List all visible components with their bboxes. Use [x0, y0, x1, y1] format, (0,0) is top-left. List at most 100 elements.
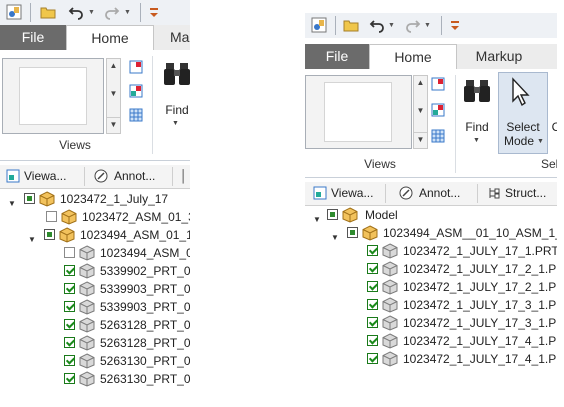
- part-icon: [79, 245, 95, 261]
- views-gallery[interactable]: [2, 58, 104, 134]
- tab-file[interactable]: File: [305, 44, 369, 69]
- redo-icon[interactable]: [405, 17, 421, 33]
- app-icon[interactable]: [6, 4, 22, 20]
- part-icon: [79, 317, 95, 333]
- tree-checkbox[interactable]: [367, 245, 378, 256]
- open-folder-icon[interactable]: [343, 17, 359, 33]
- view-grid-icon[interactable]: [431, 129, 445, 143]
- tree-row-label: 1023472_1_JULY_17_4_1.PRT: [403, 352, 557, 366]
- undo-icon[interactable]: [369, 17, 385, 33]
- part-icon: [79, 263, 95, 279]
- select-mode-dropdown-icon[interactable]: ▼: [537, 138, 544, 145]
- binoculars-icon[interactable]: [163, 60, 190, 88]
- redo-dropdown-icon[interactable]: ▼: [124, 9, 131, 16]
- tree-row-label: 1023472_1_JULY_17_1.PRT: [403, 244, 557, 258]
- tab-home[interactable]: Home: [369, 44, 457, 71]
- tab-structure-clipped[interactable]: │: [180, 169, 188, 183]
- views-gallery-scrollbar[interactable]: ▲ ▼ ▼: [413, 75, 428, 149]
- tree-row-label: Model: [365, 208, 398, 222]
- select-mode-button[interactable]: Select Mode ▼: [498, 72, 548, 154]
- find-dropdown-icon[interactable]: ▼: [473, 137, 480, 144]
- views-gallery-scrollbar[interactable]: ▲ ▼ ▼: [106, 58, 121, 134]
- tree-row-label: 5263128_PRT_03: [100, 336, 190, 350]
- part-icon: [79, 335, 95, 351]
- toolbar-separator: [441, 16, 442, 35]
- customize-icon[interactable]: [447, 17, 463, 33]
- tab-annotations-label: Annot...: [419, 186, 461, 200]
- gallery-expand-icon[interactable]: ▼: [414, 132, 427, 147]
- undo-icon[interactable]: [68, 4, 84, 20]
- tree-row-label: 1023472_1_JULY_17_2_1.PRT: [403, 280, 557, 294]
- tab-annotations[interactable]: Annot...: [397, 184, 478, 203]
- tree-checkbox[interactable]: [64, 301, 75, 312]
- collapse-icon[interactable]: ▼: [8, 195, 16, 213]
- tree-checkbox[interactable]: [64, 373, 75, 384]
- view-update-icon[interactable]: [129, 84, 143, 98]
- binoculars-icon[interactable]: [463, 77, 491, 105]
- scroll-up-icon[interactable]: ▲: [107, 59, 120, 73]
- assembly-icon: [362, 225, 378, 241]
- find-dropdown-icon[interactable]: ▼: [172, 120, 179, 127]
- tree-checkbox[interactable]: [367, 335, 378, 346]
- ribbon-tabs: File Home Markup: [305, 44, 557, 71]
- tab-viewables[interactable]: Viewa...: [311, 184, 386, 203]
- gallery-expand-icon[interactable]: ▼: [107, 117, 120, 132]
- views-group-label: Views: [59, 138, 91, 152]
- clipped-label: C: [551, 120, 557, 134]
- collapse-icon[interactable]: ▼: [313, 211, 321, 229]
- view-thumbnail[interactable]: [324, 82, 392, 142]
- view-update-icon[interactable]: [431, 103, 445, 117]
- tree-checkbox[interactable]: [64, 319, 75, 330]
- tree-checkbox[interactable]: [44, 229, 55, 240]
- customize-icon[interactable]: [146, 4, 162, 20]
- tab-annotations[interactable]: Annot...: [92, 167, 173, 186]
- tab-file[interactable]: File: [0, 25, 66, 50]
- tree-checkbox[interactable]: [24, 193, 35, 204]
- right-screenshot-panel: ▼ ▼ File Home Markup ▲ ▼ ▼ Views Find ▼ …: [305, 0, 557, 370]
- view-grid-icon[interactable]: [129, 108, 143, 122]
- part-icon: [382, 279, 398, 295]
- redo-icon[interactable]: [104, 4, 120, 20]
- tab-markup[interactable]: Ma: [156, 25, 190, 50]
- tree-row-label: 5263130_PRT_01: [100, 354, 190, 368]
- tree-checkbox[interactable]: [367, 299, 378, 310]
- redo-dropdown-icon[interactable]: ▼: [424, 22, 431, 29]
- tree-checkbox[interactable]: [367, 317, 378, 328]
- collapse-icon[interactable]: ▼: [28, 231, 36, 249]
- scroll-up-icon[interactable]: ▲: [414, 76, 427, 90]
- tab-viewables[interactable]: Viewa...: [4, 167, 85, 186]
- tree-checkbox[interactable]: [367, 353, 378, 364]
- tree-checkbox[interactable]: [327, 209, 338, 220]
- part-icon: [382, 333, 398, 349]
- app-icon[interactable]: [311, 17, 327, 33]
- cursor-arrow-icon: [512, 77, 530, 107]
- tree-checkbox[interactable]: [367, 281, 378, 292]
- tab-structure[interactable]: Struct...: [485, 184, 557, 203]
- tab-home[interactable]: Home: [66, 25, 154, 52]
- tab-markup[interactable]: Markup: [457, 44, 541, 69]
- tree-checkbox[interactable]: [367, 263, 378, 274]
- find-label[interactable]: Find: [462, 120, 492, 134]
- tree-row-label: 1023472_1_JULY_17_3_1.PRT: [403, 298, 557, 312]
- scroll-down-icon[interactable]: ▼: [414, 104, 427, 118]
- scroll-down-icon[interactable]: ▼: [107, 87, 120, 101]
- tree-tabs: Viewa... Annot... │: [0, 165, 190, 189]
- tree-checkbox[interactable]: [347, 227, 358, 238]
- view-thumbnail[interactable]: [19, 67, 87, 125]
- view-save-icon[interactable]: [431, 77, 445, 91]
- select-mode-label-line1: Select: [506, 120, 540, 134]
- tree-checkbox[interactable]: [64, 337, 75, 348]
- undo-dropdown-icon[interactable]: ▼: [388, 22, 395, 29]
- structure-icon: [489, 188, 500, 199]
- find-label[interactable]: Find: [162, 103, 190, 117]
- open-folder-icon[interactable]: [40, 4, 56, 20]
- tree-checkbox[interactable]: [64, 283, 75, 294]
- tree-checkbox[interactable]: [64, 247, 75, 258]
- views-gallery[interactable]: [305, 75, 412, 149]
- undo-dropdown-icon[interactable]: ▼: [88, 9, 95, 16]
- tree-checkbox[interactable]: [64, 265, 75, 276]
- collapse-icon[interactable]: ▼: [331, 229, 339, 247]
- tree-checkbox[interactable]: [64, 355, 75, 366]
- view-save-icon[interactable]: [129, 60, 143, 74]
- tree-checkbox[interactable]: [46, 211, 57, 222]
